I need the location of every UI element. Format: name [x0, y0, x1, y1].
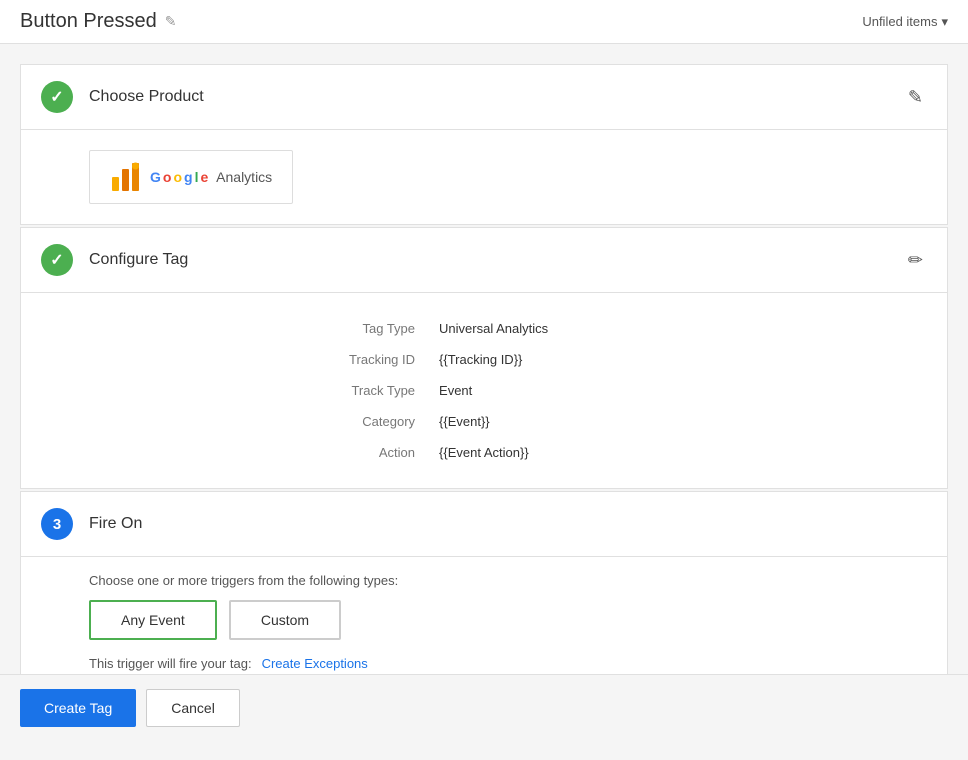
configure-tag-title: Configure Tag: [89, 251, 888, 269]
main-content: ✓ Choose Product ✎ Google Analytics: [0, 44, 968, 760]
choose-product-header: ✓ Choose Product ✎: [21, 65, 947, 130]
config-label: Track Type: [89, 375, 427, 406]
unfiled-items-label: Unfiled items: [862, 14, 937, 29]
action-bar: Create Tag Cancel: [0, 674, 968, 741]
configure-tag-edit-button[interactable]: ✏: [904, 246, 927, 275]
unfiled-items-chevron: ▾: [941, 14, 948, 30]
choose-product-title: Choose Product: [89, 88, 888, 106]
choose-product-edit-button[interactable]: ✎: [904, 83, 927, 112]
analytics-text: Analytics: [216, 169, 272, 185]
config-table-row: Tracking ID {{Tracking ID}}: [89, 344, 927, 375]
step2-circle: ✓: [41, 244, 73, 276]
create-exceptions-link[interactable]: Create Exceptions: [262, 656, 368, 671]
config-value: {{Event}}: [427, 406, 927, 437]
config-value: Universal Analytics: [427, 313, 927, 344]
config-table-row: Track Type Event: [89, 375, 927, 406]
cancel-button[interactable]: Cancel: [146, 689, 240, 727]
trigger-instruction: Choose one or more triggers from the fol…: [89, 573, 927, 588]
step2-checkmark: ✓: [50, 250, 63, 270]
config-table-row: Action {{Event Action}}: [89, 437, 927, 468]
step1-checkmark: ✓: [50, 87, 63, 107]
configure-tag-edit-icon: ✏: [908, 250, 923, 270]
page-title: Button Pressed: [20, 10, 157, 33]
any-event-label: Any Event: [121, 612, 185, 628]
choose-product-section: ✓ Choose Product ✎ Google Analytics: [20, 64, 948, 225]
config-table: Tag Type Universal Analytics Tracking ID…: [89, 313, 927, 468]
configure-tag-body: Tag Type Universal Analytics Tracking ID…: [21, 293, 947, 488]
top-bar: Button Pressed ✎ Unfiled items ▾: [0, 0, 968, 44]
fire-on-header: 3 Fire On: [21, 492, 947, 557]
config-table-row: Category {{Event}}: [89, 406, 927, 437]
step3-number: 3: [53, 516, 61, 533]
choose-product-edit-icon: ✎: [908, 87, 923, 107]
config-label: Tracking ID: [89, 344, 427, 375]
config-value: {{Event Action}}: [427, 437, 927, 468]
trigger-tag-row: This trigger will fire your tag: Create …: [89, 656, 927, 671]
step1-circle: ✓: [41, 81, 73, 113]
custom-trigger-button[interactable]: Custom: [229, 600, 341, 640]
step3-circle: 3: [41, 508, 73, 540]
create-tag-button[interactable]: Create Tag: [20, 689, 136, 727]
ga-text: Google Analytics: [150, 169, 272, 185]
config-label: Action: [89, 437, 427, 468]
trigger-options: Any Event Custom: [89, 600, 927, 640]
unfiled-items-button[interactable]: Unfiled items ▾: [862, 14, 948, 30]
config-label: Tag Type: [89, 313, 427, 344]
choose-product-body: Google Analytics: [21, 130, 947, 224]
config-value: Event: [427, 375, 927, 406]
ga-logo-icon: [110, 161, 142, 193]
page-title-edit-icon[interactable]: ✎: [165, 13, 177, 30]
google-analytics-card: Google Analytics: [89, 150, 293, 204]
page-title-area: Button Pressed ✎: [20, 10, 176, 33]
configure-tag-header: ✓ Configure Tag ✏: [21, 228, 947, 293]
fire-on-title: Fire On: [89, 515, 927, 533]
config-table-row: Tag Type Universal Analytics: [89, 313, 927, 344]
config-label: Category: [89, 406, 427, 437]
custom-label: Custom: [261, 612, 309, 628]
any-event-trigger-button[interactable]: Any Event: [89, 600, 217, 640]
trigger-tag-label: This trigger will fire your tag:: [89, 656, 252, 671]
config-value: {{Tracking ID}}: [427, 344, 927, 375]
configure-tag-section: ✓ Configure Tag ✏ Tag Type Universal Ana…: [20, 227, 948, 489]
